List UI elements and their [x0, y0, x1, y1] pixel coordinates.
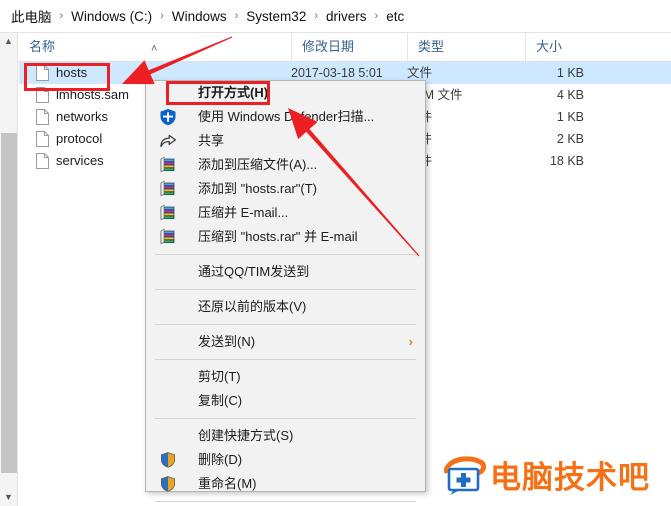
menu-item[interactable]: 发送到(N) ›: [146, 330, 425, 354]
winrar-icon: [159, 228, 177, 246]
menu-separator: [155, 418, 416, 419]
menu-item-label: 通过QQ/TIM发送到: [198, 264, 310, 279]
menu-item[interactable]: 复制(C): [146, 389, 425, 413]
menu-item[interactable]: 重命名(M): [146, 472, 425, 496]
scroll-down-arrow-icon[interactable]: ▼: [0, 489, 17, 506]
breadcrumb-separator-icon: ›: [59, 10, 64, 22]
defender-shield-icon: [159, 108, 177, 126]
menu-item-label: 使用 Windows Defender扫描...: [198, 109, 375, 124]
file-size: 18 KB: [549, 154, 584, 168]
menu-item-label: 发送到(N): [198, 334, 256, 349]
menu-item[interactable]: 还原以前的版本(V): [146, 295, 425, 319]
menu-item-label: 压缩并 E-mail...: [198, 205, 289, 220]
menu-item-label: 重命名(M): [198, 476, 257, 491]
winrar-icon: [159, 180, 177, 198]
share-icon: [159, 132, 177, 150]
file-name: services: [56, 153, 104, 168]
file-name: networks: [56, 109, 109, 124]
submenu-chevron-right-icon: ›: [408, 334, 413, 349]
menu-item-label: 共享: [198, 133, 225, 148]
file-icon: [36, 131, 49, 147]
column-header-label: 名称: [29, 39, 56, 54]
breadcrumb-item-3[interactable]: System32: [243, 9, 309, 24]
watermark: 电脑技术吧: [444, 452, 650, 497]
hosts-file-highlight: [24, 63, 110, 91]
menu-item[interactable]: 通过QQ/TIM发送到: [146, 260, 425, 284]
file-explorer-window: 此电脑 › Windows (C:) › Windows › System32 › driver…: [0, 0, 671, 506]
context-menu[interactable]: 打开方式(H) 使用 Windows Defender扫描... 共享 添加到压缩文件…: [145, 80, 426, 502]
file-size: 2 KB: [556, 132, 584, 146]
column-header-2[interactable]: 类型: [407, 33, 525, 61]
menu-separator: [155, 359, 416, 360]
menu-separator: [155, 501, 416, 502]
menu-item[interactable]: 添加到压缩文件(A)...: [146, 153, 425, 177]
breadcrumb-separator-icon: ›: [374, 10, 379, 22]
file-icon: [36, 153, 49, 169]
menu-separator: [155, 289, 416, 290]
menu-item-label: 添加到压缩文件(A)...: [198, 157, 318, 172]
menu-item-label: 删除(D): [198, 452, 243, 467]
menu-item[interactable]: 压缩到 "hosts.rar" 并 E-mail: [146, 225, 425, 249]
file-name: protocol: [56, 131, 103, 146]
menu-separator: [155, 254, 416, 255]
breadcrumb-item-0[interactable]: 此电脑: [8, 6, 55, 26]
column-header-3[interactable]: 大小: [525, 33, 641, 61]
menu-item-label: 剪切(T): [198, 369, 241, 384]
file-size: 4 KB: [556, 88, 584, 102]
scrollbar-thumb[interactable]: [1, 133, 17, 473]
sort-ascending-icon: ˄: [151, 43, 158, 55]
menu-item[interactable]: 使用 Windows Defender扫描...: [146, 105, 425, 129]
menu-item-label: 复制(C): [198, 393, 243, 408]
breadcrumb-item-2[interactable]: Windows: [169, 9, 230, 24]
menu-item-label: 创建快捷方式(S): [198, 428, 294, 443]
vertical-scrollbar[interactable]: ▲ ▼: [0, 33, 18, 506]
file-icon: [36, 109, 49, 125]
menu-item[interactable]: 添加到 "hosts.rar"(T): [146, 177, 425, 201]
menu-item[interactable]: 创建快捷方式(S): [146, 424, 425, 448]
column-header-label: 修改日期: [302, 39, 355, 54]
menu-item[interactable]: 剪切(T): [146, 365, 425, 389]
computer-tech-logo-icon: [444, 455, 486, 495]
breadcrumb-separator-icon: ›: [314, 10, 318, 22]
menu-item-label: 还原以前的版本(V): [198, 299, 307, 314]
menu-item[interactable]: 删除(D): [146, 448, 425, 472]
column-header-row: 名称 ˄ 修改日期 类型 大小: [0, 33, 671, 62]
file-size: 1 KB: [556, 66, 584, 80]
winrar-icon: [159, 204, 177, 222]
open-with-highlight: [166, 81, 270, 105]
winrar-icon: [159, 156, 177, 174]
breadcrumb-item-4[interactable]: drivers: [323, 9, 370, 24]
breadcrumb[interactable]: 此电脑 › Windows (C:) › Windows › System32 › driver…: [0, 0, 671, 33]
breadcrumb-item-5[interactable]: etc: [383, 9, 407, 24]
uac-shield-icon: [159, 475, 177, 493]
menu-item[interactable]: 压缩并 E-mail...: [146, 201, 425, 225]
menu-item-label: 压缩到 "hosts.rar" 并 E-mail: [198, 229, 358, 244]
scroll-up-arrow-icon[interactable]: ▲: [0, 33, 17, 50]
column-header-label: 类型: [418, 39, 445, 54]
menu-separator: [155, 324, 416, 325]
watermark-text: 电脑技术吧: [490, 460, 650, 496]
column-header-1[interactable]: 修改日期: [291, 33, 407, 61]
breadcrumb-item-1[interactable]: Windows (C:): [68, 9, 155, 24]
column-header-label: 大小: [536, 39, 563, 54]
breadcrumb-separator-icon: ›: [234, 10, 239, 22]
breadcrumb-separator-icon: ›: [160, 10, 164, 22]
menu-item[interactable]: 共享: [146, 129, 425, 153]
uac-shield-icon: [159, 451, 177, 469]
file-size: 1 KB: [556, 110, 584, 124]
column-header-0[interactable]: 名称 ˄: [19, 33, 291, 61]
menu-item-label: 添加到 "hosts.rar"(T): [198, 181, 318, 196]
